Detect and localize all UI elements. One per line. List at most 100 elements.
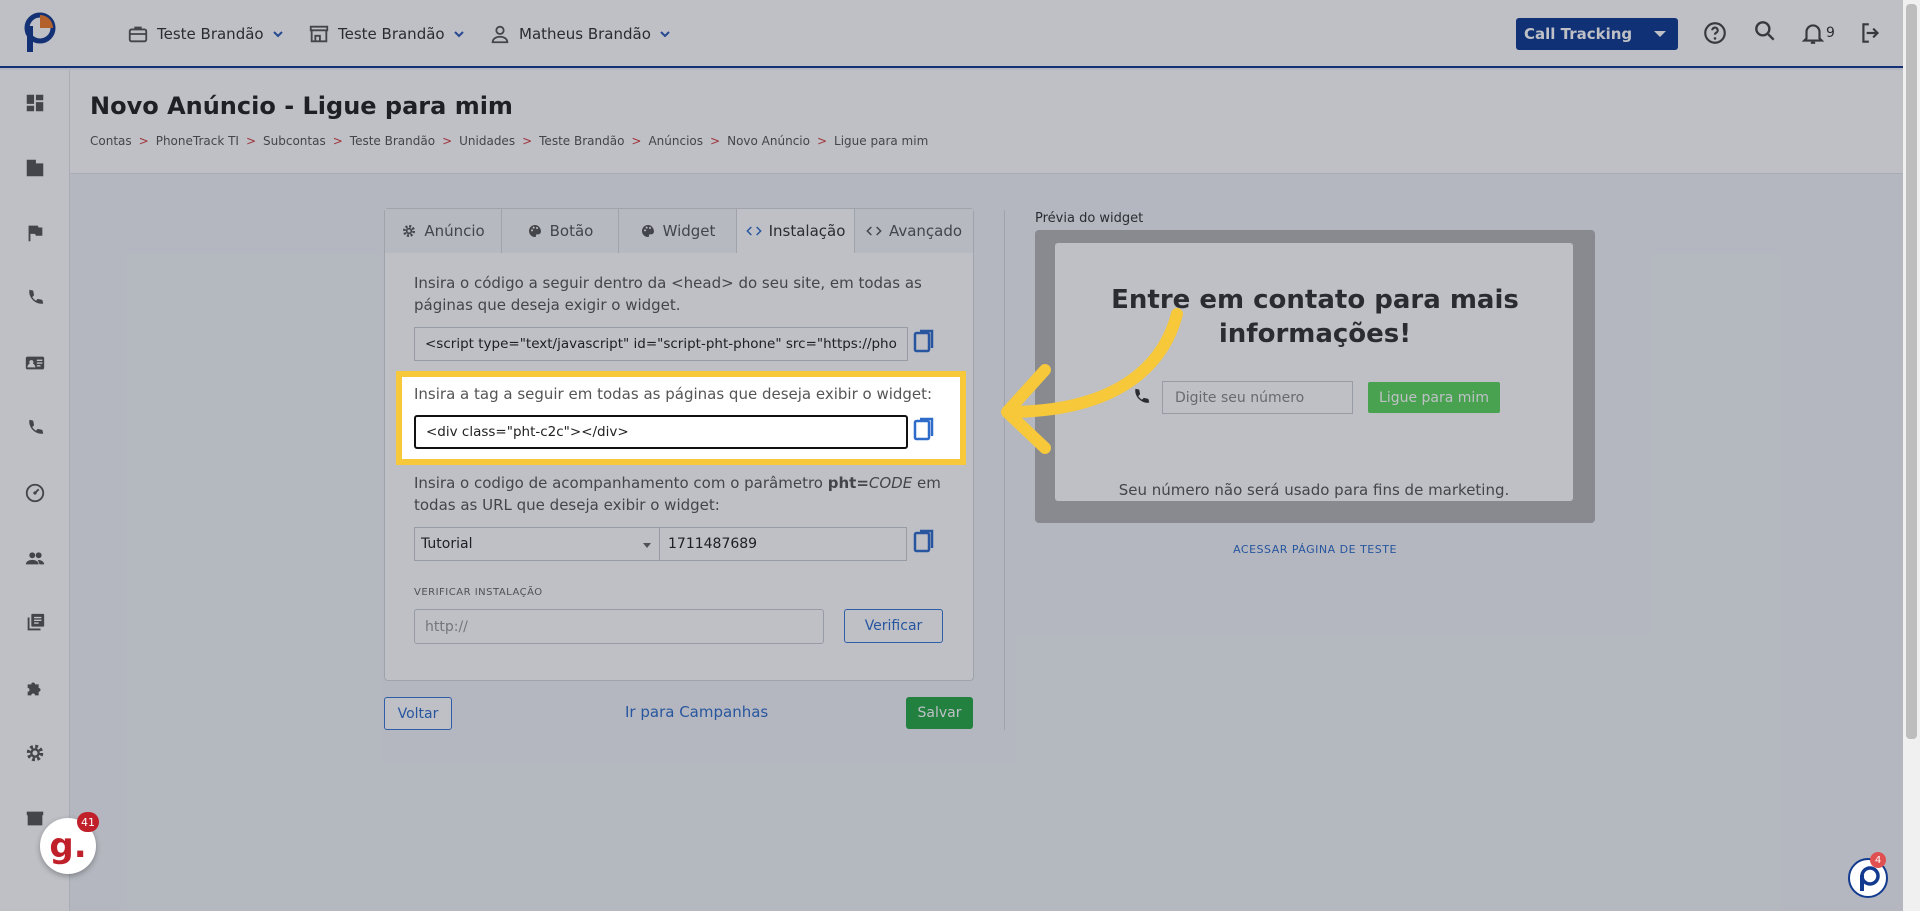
tab-label: Botão [549, 222, 594, 240]
user-icon [491, 25, 509, 44]
breadcrumb-item[interactable]: Anúncios [648, 134, 703, 148]
library-icon[interactable] [24, 612, 46, 634]
save-button[interactable]: Salvar [906, 697, 973, 729]
head-code-field[interactable]: <script type="text/javascript" id="scrip… [414, 327, 908, 361]
verify-label: VERIFICAR INSTALAÇÃO [414, 587, 543, 598]
tab-label: Widget [662, 222, 716, 240]
tab-label: Anúncio [424, 222, 485, 240]
product-select-value: Call Tracking [1524, 25, 1633, 43]
caret-down-icon [643, 543, 651, 548]
users-icon[interactable] [24, 547, 46, 569]
gear-icon[interactable] [24, 742, 46, 764]
tracking-code-field[interactable]: 1711487689 [659, 527, 907, 561]
tab-avancado[interactable]: Avançado [855, 209, 973, 253]
tab-label: Instalação [768, 222, 846, 240]
breadcrumb-separator: > [245, 134, 257, 148]
test-page-link[interactable]: ACESSAR PÁGINA DE TESTE [1035, 543, 1595, 556]
g-badge-count: 41 [77, 812, 99, 832]
code-icon [745, 226, 762, 236]
breadcrumb-item[interactable]: Unidades [459, 134, 515, 148]
breadcrumb-separator: > [442, 134, 453, 148]
scrollbar-thumb[interactable] [1906, 4, 1917, 739]
account-dropdown[interactable]: Teste Brandão [127, 22, 284, 46]
tab-widget[interactable]: Widget [619, 209, 737, 253]
contact-card-icon[interactable] [24, 352, 46, 374]
page-header [70, 70, 1920, 174]
breadcrumb-separator: > [631, 134, 642, 148]
breadcrumb-separator: > [522, 134, 533, 148]
brand-chat-icon [1860, 866, 1880, 891]
page-title: Novo Anúncio - Ligue para mim [90, 92, 513, 120]
unit-label: Teste Brandão [338, 25, 445, 43]
user-label: Matheus Brandão [519, 25, 651, 43]
help-icon[interactable] [1702, 20, 1728, 46]
chevron-down-icon [660, 31, 670, 38]
search-icon[interactable] [1752, 18, 1778, 44]
tag-instruction: Insira a tag a seguir em todas as página… [414, 385, 933, 403]
tag-code-field[interactable]: <div class="pht-c2c"></div> [414, 415, 908, 449]
phone-icon[interactable] [24, 287, 46, 309]
tab-botao[interactable]: Botão [502, 209, 619, 253]
breadcrumb-item[interactable]: Subcontas [263, 134, 326, 148]
tracking-instruction: Insira o codigo de acompanhamento com o … [414, 472, 944, 516]
sidebar [0, 70, 70, 911]
breadcrumb-item[interactable]: Contas [90, 134, 132, 148]
unit-dropdown[interactable]: Teste Brandão [308, 22, 465, 46]
bell-icon[interactable] [1800, 20, 1826, 46]
code-icon [866, 226, 882, 236]
building-icon[interactable] [24, 157, 46, 179]
copy-icon[interactable] [912, 416, 938, 444]
dashboard-icon[interactable] [24, 92, 46, 114]
logout-icon[interactable] [1858, 20, 1884, 46]
breadcrumb-item[interactable]: Novo Anúncio [727, 134, 810, 148]
tab-instalacao[interactable]: Instalação [737, 209, 855, 253]
column-divider [1004, 210, 1005, 730]
tab-bar: Anúncio Botão Widget Instalação Avançado [385, 209, 973, 253]
palette-icon [528, 225, 541, 237]
speed-icon[interactable] [24, 482, 46, 504]
account-label: Teste Brandão [157, 25, 264, 43]
top-bar: Teste Brandão Teste Brandão Matheus Bran… [0, 0, 1920, 68]
verify-button[interactable]: Verificar [844, 609, 943, 643]
breadcrumb-separator: > [332, 134, 343, 148]
chat-badge-count: 4 [1870, 852, 1886, 868]
pointer-arrow-icon [1001, 308, 1183, 454]
briefcase-icon [128, 26, 148, 43]
phone-icon[interactable] [24, 417, 46, 439]
breadcrumb-item[interactable]: Teste Brandão [539, 134, 624, 148]
store-icon[interactable] [24, 807, 46, 829]
copy-icon[interactable] [912, 328, 938, 356]
campaigns-link[interactable]: Ir para Campanhas [625, 703, 768, 721]
back-button[interactable]: Voltar [384, 697, 452, 730]
breadcrumb-item[interactable]: Teste Brandão [350, 134, 435, 148]
puzzle-icon[interactable] [24, 677, 46, 699]
verify-url-input[interactable]: http:// [414, 609, 824, 644]
breadcrumb-item[interactable]: PhoneTrack TI [156, 134, 239, 148]
breadcrumb: Contas > PhoneTrack TI > Subcontas > Teste … [90, 134, 928, 148]
chevron-down-icon [453, 31, 464, 38]
flag-icon[interactable] [24, 222, 46, 244]
product-select[interactable]: Call Tracking [1516, 18, 1678, 50]
tab-anuncio[interactable]: Anúncio [385, 209, 502, 253]
preview-call-button[interactable]: Ligue para mim [1368, 382, 1500, 413]
breadcrumb-separator: > [138, 134, 149, 148]
app-logo[interactable] [22, 12, 56, 54]
tracking-param: pht= [827, 474, 869, 492]
tab-label: Avançado [888, 222, 963, 240]
chevron-down-icon [272, 31, 283, 38]
user-dropdown[interactable]: Matheus Brandão [489, 22, 671, 46]
tracking-code-word: CODE [868, 474, 913, 492]
copy-icon[interactable] [912, 528, 938, 556]
breadcrumb-separator: > [710, 134, 721, 148]
breadcrumb-separator: > [816, 134, 828, 148]
notifications-count: 9 [1826, 25, 1835, 41]
source-select-value: Tutorial [421, 536, 473, 552]
head-instruction: Insira o código a seguir dentro da <head… [414, 274, 922, 314]
g-logo-icon: g. [49, 826, 87, 866]
breadcrumb-item-current: Ligue para mim [834, 134, 929, 148]
source-select[interactable]: Tutorial [414, 527, 660, 561]
gear-icon [403, 225, 416, 237]
preview-note: Seu número não será usado para fins de m… [1118, 481, 1510, 499]
preview-label: Prévia do widget [1035, 211, 1144, 226]
tracking-instruction-pre: Insira o codigo de acompanhamento com o … [414, 474, 828, 492]
